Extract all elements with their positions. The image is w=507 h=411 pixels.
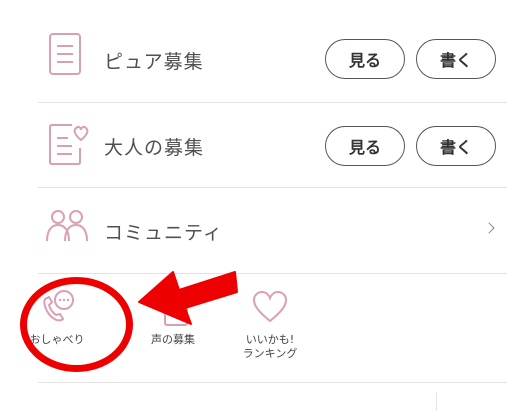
adult-recruitment-label: 大人の募集 [104,137,205,159]
ranking-label-line1: いいかも! [245,333,295,346]
adult-write-button[interactable]: 書く [416,126,496,166]
community-label: コミュニティ [104,222,223,244]
red-arrow-icon [137,262,241,330]
red-highlight-circle [20,277,133,372]
divider [38,382,507,383]
vertical-divider [436,392,437,411]
chevron-right-icon [483,222,495,234]
divider [38,273,507,274]
ranking-label-line2: ランキング [242,347,298,360]
community-people-icon [44,207,90,249]
heart-icon [250,287,290,327]
adult-view-button[interactable]: 見る [325,126,405,166]
document-icon [48,32,82,80]
document-heart-icon [48,122,92,170]
pure-recruitment-label: ピュア募集 [104,51,204,73]
pure-write-button[interactable]: 書く [416,39,496,79]
pure-recruitment-row: ピュア募集 見る 書く [38,14,507,102]
community-row[interactable]: コミュニティ [38,187,507,275]
voice-recruitment-label: 声の募集 [151,333,195,346]
ranking-menu-item[interactable]: いいかも! ランキング [232,287,308,361]
pure-view-button[interactable]: 見る [325,39,405,79]
adult-recruitment-row: 大人の募集 見る 書く [38,102,507,190]
